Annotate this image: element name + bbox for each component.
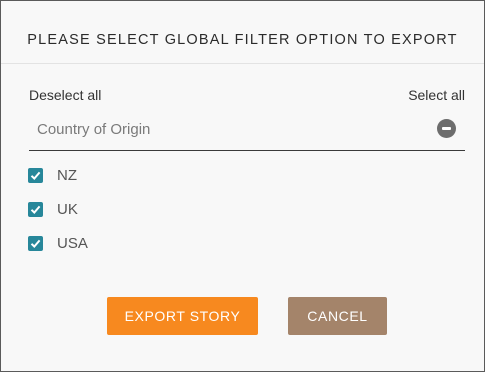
export-story-button[interactable]: EXPORT STORY: [107, 297, 258, 335]
country-of-origin-field[interactable]: Country of Origin: [29, 111, 465, 151]
export-dialog: PLEASE SELECT GLOBAL FILTER OPTION TO EX…: [0, 0, 485, 372]
field-label: Country of Origin: [37, 121, 151, 138]
checkbox-checked-icon[interactable]: [28, 201, 43, 217]
option-uk[interactable]: UK: [28, 200, 78, 218]
cancel-button[interactable]: CANCEL: [288, 297, 387, 335]
option-nz[interactable]: NZ: [28, 166, 77, 184]
checkbox-checked-icon[interactable]: [28, 167, 43, 183]
option-usa[interactable]: USA: [28, 234, 88, 252]
remove-circle-icon[interactable]: [437, 119, 456, 138]
option-label: NZ: [57, 166, 77, 184]
checkbox-checked-icon[interactable]: [28, 235, 43, 251]
dialog-title: PLEASE SELECT GLOBAL FILTER OPTION TO EX…: [27, 32, 458, 48]
select-all-link[interactable]: Select all: [408, 87, 465, 103]
option-label: USA: [57, 234, 88, 252]
deselect-all-link[interactable]: Deselect all: [29, 87, 101, 103]
option-label: UK: [57, 200, 78, 218]
title-divider: [1, 63, 484, 64]
